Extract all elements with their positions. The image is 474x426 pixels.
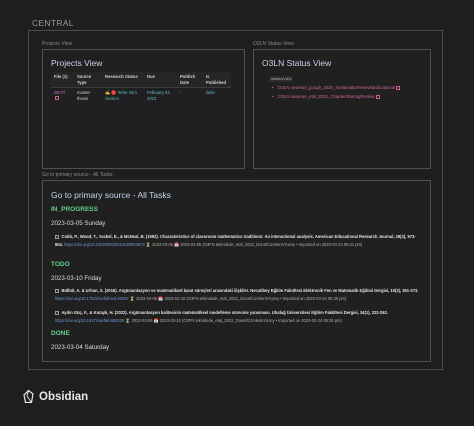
list-item[interactable]: O3LN lasseron_etal_2022_ChapterSharingRe… [272,94,400,99]
obsidian-logo-icon [23,390,34,403]
file-link[interactable]: BBYR [54,90,65,95]
column-header-due[interactable]: Due [144,72,177,88]
tasks-pane-label: Go to primary source - All Tasks [42,172,113,178]
task-citation: Aydın Güç, F., & Kutaylı, H. (2022). Arg… [61,310,388,315]
task-checkbox[interactable] [55,311,59,315]
todo-heading: TODO [51,261,70,268]
task-checkbox[interactable] [55,289,59,293]
column-header-is-published[interactable]: Is Published [203,72,231,88]
task-meta: ⏳ 2023-03-06 📅 2023-03-10 (O3FN tekinded… [125,317,342,323]
status-item-link[interactable]: O3LN lasseron_etal_2022_ChapterSharingRe… [278,94,375,99]
status-list: O3LN newman_gough_2020_SystematicReviews… [272,85,401,103]
task-doi-link[interactable]: https://doi.org/10.3102/0002831202900357… [64,242,145,247]
is-published-cell: false [203,87,231,103]
status-item-link[interactable]: O3LN newman_gough_2020_SystematicReviews… [278,85,395,90]
task-doi-link[interactable]: https://doi.org/10.17522/nefefmed.00287 [55,296,129,301]
done-heading: DONE [51,330,70,337]
task-item: Bülbül, A. & Urhan, S. (2016). Argümanta… [55,287,423,302]
task-meta: ⏳ 2023-03-06 📅 2023-03-10 (O3FN tekinded… [129,295,347,301]
file-icon [55,96,59,101]
task-meta: ⏳ 2023-03-05 📅 2023-03-05 (O3FN tekinded… [145,241,363,247]
note-icon [375,94,380,99]
done-date: 2023-03-04 Saturday [51,344,110,351]
projects-table: File (1) Source Type Research Status Due… [51,72,231,103]
task-item: Cobb, P., Wood, T., Yackel, E., & McNeal… [55,233,423,248]
obsidian-wordmark: Obsidian [39,390,89,403]
projects-pane-label: Projects View [42,41,73,47]
table-header-row: File (1) Source Type Research Status Due… [51,72,231,88]
in-progress-date: 2023-03-05 Sunday [51,220,106,227]
status-view-pane: O3LN Status View [253,49,431,169]
source-type-cell: master-thesis [74,87,102,103]
column-header-publish-date[interactable]: Publish Date [177,72,203,88]
status-pane-label: O3LN Status View [253,41,294,47]
task-item: Aydın Güç, F., & Kutaylı, H. (2022). Arg… [55,309,423,324]
projects-view-title: Projects View [51,58,103,68]
projects-view-pane: Projects View File (1) Source Type Resea… [42,49,245,169]
status-view-tag[interactable]: #statusView [269,76,294,82]
column-header-research-status[interactable]: Research Status [102,72,144,88]
tasks-title: Go to primary source - All Tasks [51,190,171,200]
central-label: CENTRAL [32,18,74,28]
column-header-source-type[interactable]: Source Type [74,72,102,88]
status-view-title: O3LN Status View [262,58,332,68]
task-doi-link[interactable]: https://doi.org/10.19171/uefad.850230 [55,318,124,323]
in-progress-heading: IN_PROGRESS [51,206,98,213]
due-cell: February 04, 2023 [144,87,177,103]
task-citation: Bülbül, A. & Urhan, S. (2016). Argümanta… [61,288,419,293]
publish-date-cell: - [177,87,203,103]
table-row: BBYR master-thesis ✍️ 🔴 Write Intro Sect… [51,87,231,103]
obsidian-brand: Obsidian [23,390,88,403]
tasks-pane: Go to primary source - All Tasks IN_PROG… [42,180,431,362]
column-header-file[interactable]: File (1) [51,72,74,88]
research-status-cell: ✍️ 🔴 Write Intro Section [102,87,144,103]
todo-date: 2023-03-10 Friday [51,275,102,282]
task-checkbox[interactable] [55,235,59,239]
note-icon [396,85,401,90]
list-item[interactable]: O3LN newman_gough_2020_SystematicReviews… [272,85,401,90]
file-cell[interactable]: BBYR [51,87,74,103]
